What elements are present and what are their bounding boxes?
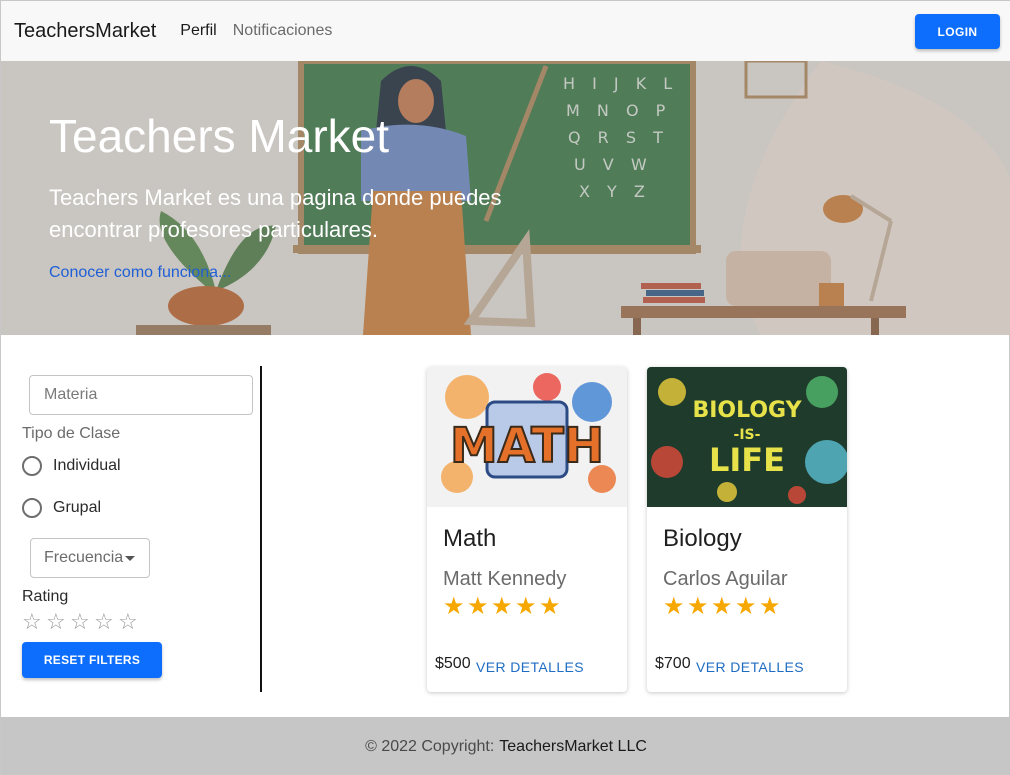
nav-link-perfil[interactable]: Perfil: [180, 22, 216, 40]
star-filled-icon: ★: [467, 593, 489, 620]
frecuencia-select[interactable]: Frecuencia: [30, 538, 150, 578]
card-teacher-name: Carlos Aguilar: [663, 568, 788, 590]
reset-filters-button[interactable]: RESET FILTERS: [22, 642, 162, 678]
radio-circle-icon[interactable]: [22, 498, 42, 518]
ver-detalles-button[interactable]: VER DETALLES: [696, 659, 804, 675]
frecuencia-label: Frecuencia: [44, 549, 124, 566]
hero-title: Teachers Market: [49, 110, 390, 162]
nav-link-notificaciones[interactable]: Notificaciones: [233, 22, 333, 40]
radio-grupal-label: Grupal: [53, 499, 102, 516]
rating-label: Rating: [22, 588, 69, 605]
star-outline-icon[interactable]: ☆: [22, 610, 46, 634]
card-teacher-name: Matt Kennedy: [443, 568, 567, 590]
math-image-text: MATH: [450, 418, 604, 474]
card-subject: Biology: [663, 525, 742, 552]
star-filled-icon: ★: [539, 593, 561, 620]
star-filled-icon: ★: [515, 593, 537, 620]
learn-how-link[interactable]: Conocer como funciona...: [49, 264, 231, 282]
filters-sidebar: Tipo de Clase Individual Grupal Frecuenc…: [1, 366, 262, 692]
login-button[interactable]: LOGIN: [915, 14, 1000, 49]
card-subject: Math: [443, 525, 497, 552]
biology-image-text-1: BIOLOGY: [692, 398, 802, 423]
radio-individual[interactable]: Individual: [22, 456, 121, 476]
biology-image-text-3: LIFE: [709, 441, 785, 479]
biology-card-image: BIOLOGY -IS- LIFE: [647, 367, 847, 507]
card-rating: ★ ★ ★ ★ ★: [443, 594, 563, 620]
tipo-clase-label: Tipo de Clase: [22, 425, 121, 442]
star-filled-icon: ★: [491, 593, 513, 620]
star-outline-icon[interactable]: ☆: [94, 610, 118, 634]
star-filled-icon: ★: [735, 593, 757, 620]
radio-circle-icon[interactable]: [22, 456, 42, 476]
card-rating: ★ ★ ★ ★ ★: [663, 594, 783, 620]
star-filled-icon: ★: [443, 593, 465, 620]
star-filled-icon: ★: [759, 593, 781, 620]
caret-down-icon: [125, 555, 136, 561]
materia-input[interactable]: [29, 375, 253, 415]
teacher-card[interactable]: BIOLOGY -IS- LIFE Biology Carlos Aguilar…: [647, 367, 847, 692]
card-price: $500: [435, 655, 471, 672]
footer-copyright: © 2022 Copyright:: [365, 737, 495, 755]
star-filled-icon: ★: [663, 593, 685, 620]
math-card-image: MATH: [427, 367, 627, 507]
star-outline-icon[interactable]: ☆: [70, 610, 94, 634]
footer-company-link[interactable]: TeachersMarket LLC: [499, 738, 647, 756]
hero-description: Teachers Market es una pagina donde pued…: [49, 185, 502, 242]
radio-grupal[interactable]: Grupal: [22, 498, 101, 518]
teacher-card[interactable]: MATH Math Matt Kennedy ★ ★ ★ ★ ★ $500 VE…: [427, 367, 627, 692]
radio-individual-label: Individual: [53, 457, 121, 474]
rating-selector[interactable]: ☆ ☆ ☆ ☆ ☆: [22, 610, 142, 634]
brand-logo[interactable]: TeachersMarket: [14, 20, 156, 43]
ver-detalles-button[interactable]: VER DETALLES: [476, 659, 584, 675]
star-outline-icon[interactable]: ☆: [46, 610, 70, 634]
navbar: TeachersMarket Perfil Notificaciones LOG…: [1, 1, 1010, 61]
star-outline-icon[interactable]: ☆: [118, 610, 142, 634]
star-filled-icon: ★: [711, 593, 733, 620]
card-price: $700: [655, 655, 691, 672]
hero-banner: H I J K L M N O P Q R S T U V W X Y Z Te…: [1, 61, 1010, 335]
star-filled-icon: ★: [687, 593, 709, 620]
footer: © 2022 Copyright: TeachersMarket LLC: [1, 717, 1010, 775]
